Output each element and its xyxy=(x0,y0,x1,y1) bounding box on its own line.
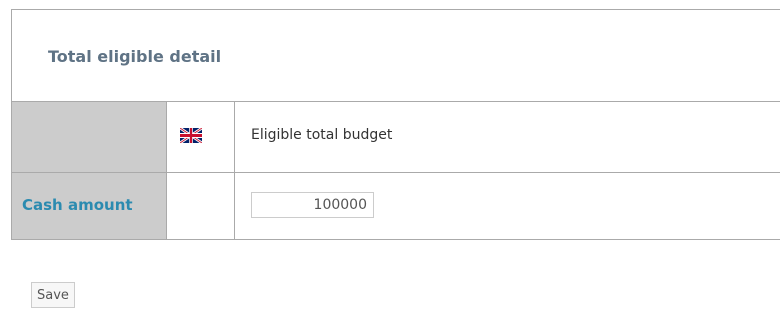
budget-header-cell: Eligible total budget xyxy=(235,102,780,172)
row-label-cell: Cash amount xyxy=(12,173,167,239)
table-row: Cash amount xyxy=(12,173,780,239)
uk-flag-icon xyxy=(180,128,202,143)
value-cell xyxy=(235,173,780,239)
eligible-detail-panel: Total eligible detail Eligible total bud… xyxy=(11,9,780,240)
empty-label-cell xyxy=(12,102,167,172)
eligible-total-budget-label: Eligible total budget xyxy=(251,127,393,143)
panel-header: Total eligible detail xyxy=(12,10,780,102)
empty-language-cell xyxy=(167,173,235,239)
cash-amount-input[interactable] xyxy=(251,192,374,218)
page: Total eligible detail Eligible total bud… xyxy=(0,0,780,320)
save-button[interactable]: Save xyxy=(31,282,75,308)
header-row: Eligible total budget xyxy=(12,102,780,173)
language-cell xyxy=(167,102,235,172)
panel-title: Total eligible detail xyxy=(48,47,222,66)
cash-amount-label: Cash amount xyxy=(22,196,133,214)
